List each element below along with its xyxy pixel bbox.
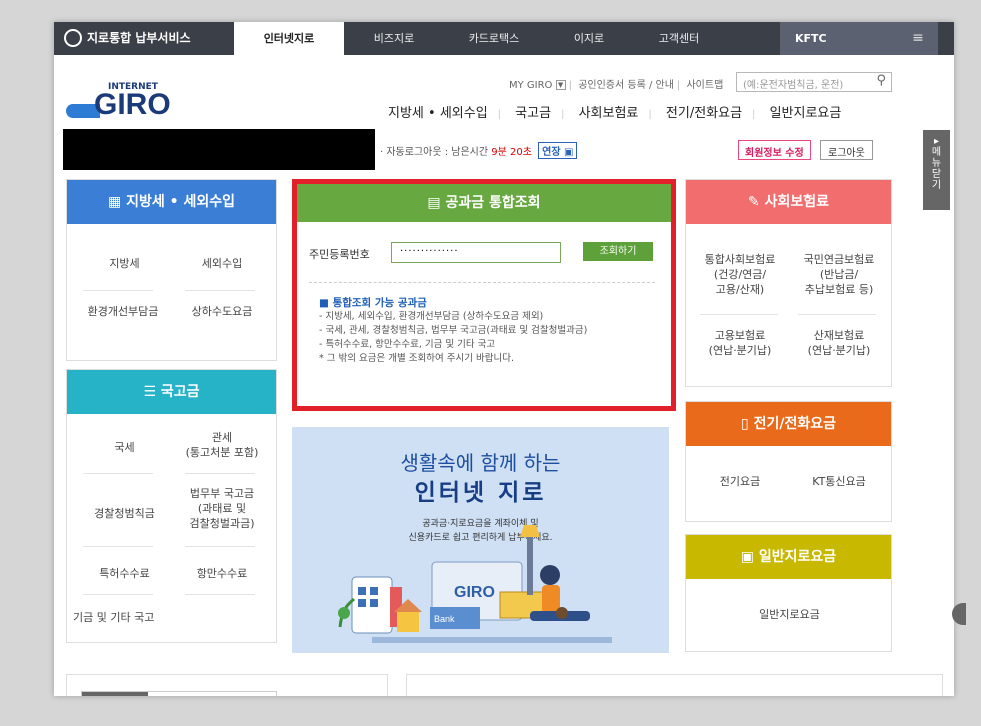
link-water-fee[interactable]: 상하수도요금 [172,304,272,319]
nav-general[interactable]: 일반지로요금 [770,106,842,121]
sitemap-link[interactable]: 사이트맵 [686,80,723,91]
bottom-tabs[interactable] [81,691,277,696]
brand[interactable]: 지로통합 납부서비스 [64,22,191,55]
national-title: 국고금 [160,384,200,400]
session-timer: · 자동로그아웃 : 남은시간 9분 20초 연장 ▣ [380,142,578,159]
tab-biz-giro[interactable]: 비즈지로 [354,22,434,55]
note-line: * 그 밖의 요금은 개별 조회하여 주시기 바랍니다. [319,353,514,364]
nav-electric[interactable]: 전기/전화요금 [666,106,742,121]
link-customs[interactable]: 관세 (통고처분 포함) [172,430,272,460]
unified-notes: ■ 통합조회 가능 공과금 - 지방세, 세외수입, 환경개선부담금 (상하수도… [319,296,587,366]
rrn-label: 주민등록번호 [309,248,370,261]
national-panel: ☰ 국고금 국세 관세 (통고처분 포함) 경찰청범칙금 법무부 국고금 (과태… [66,369,277,643]
unified-title: 공과금 통합조회 [445,195,541,211]
link-employment-ins[interactable]: 고용보험료 (연납·분기납) [690,328,790,358]
link-integrated-social[interactable]: 통합사회보험료 (건강/연금/ 고용/산재) [690,252,790,297]
tab-customer-center[interactable]: 고객센터 [639,22,719,55]
link-patent-fee[interactable]: 특허수수료 [77,566,172,581]
note-title: ■ 통합조회 가능 공과금 [319,297,427,309]
link-kt[interactable]: KT통신요금 [786,474,892,489]
tab-card-tax[interactable]: 카드로택스 [449,22,539,55]
query-button[interactable]: 조회하기 [583,242,653,261]
search-placeholder: (예:운전자범칙금, 운전) [743,80,844,91]
electric-panel: ▯ 전기/전화요금 전기요금 KT통신요금 [685,401,892,522]
unified-search-panel: ▤ 공과금 통합조회 주민등록번호 ·············· 조회하기 ■ … [292,179,676,411]
brand-label: 지로통합 납부서비스 [87,31,191,45]
kftc-link[interactable]: KFTC [780,22,898,55]
social-header[interactable]: ✎ 사회보험료 [686,180,891,224]
search-icon[interactable]: ⚲ [876,73,886,88]
bottom-notice-box [66,674,388,696]
illustration-logo: GIRO [454,584,495,601]
electric-header[interactable]: ▯ 전기/전화요금 [686,402,891,446]
divider [309,282,655,283]
extend-label: 연장 [542,147,561,158]
side-scroll-handle[interactable] [952,603,966,625]
note-line: - 국세, 관세, 경찰청범칙금, 법무부 국고금(과태료 및 검찰청벌과금) [319,325,588,336]
banner-illustration: GIRO Bank [338,525,612,643]
utility-links: MY GIRO ▼ | 공인인증서 등록 / 안내 | 사이트맵 [509,80,724,91]
link-national-pension[interactable]: 국민연금보험료 (반납금/ 추납보험료 등) [786,252,892,297]
top-bar: 지로통합 납부서비스 인터넷지로 비즈지로 카드로택스 이지로 고객센터 KFT… [54,22,954,55]
link-electric[interactable]: 전기요금 [690,474,790,489]
electric-title: 전기/전화요금 [753,416,836,432]
link-port-fee[interactable]: 항만수수료 [172,566,272,581]
logout-button[interactable]: 로그아웃 [820,140,873,160]
globe-icon [64,28,82,47]
rrn-input[interactable]: ·············· [391,242,561,263]
tab-internet-giro[interactable]: 인터넷지로 [234,22,344,55]
social-title: 사회보험료 [764,194,829,210]
dropdown-icon[interactable]: ▼ [555,80,566,90]
menu-icon[interactable]: ≡ [898,22,938,55]
note-line: - 지방세, 세외수입, 환경개선부담금 (상하수도요금 제외) [319,311,544,322]
bottom-info-box [406,674,943,696]
session-time: 9분 20초 [491,147,532,158]
nav-social[interactable]: 사회보험료 [579,106,639,121]
national-header[interactable]: ☰ 국고금 [67,370,276,414]
page: 지로통합 납부서비스 인터넷지로 비즈지로 카드로택스 이지로 고객센터 KFT… [54,22,954,696]
general-header[interactable]: ▣ 일반지로요금 [686,535,891,579]
extend-button[interactable]: 연장 ▣ [538,142,578,159]
promo-banner[interactable]: 생활속에 함께 하는 인터넷 지로 공과금·지로요금을 계좌이체 및 신용카드로… [292,427,669,653]
logo-big-text: GIRO [94,88,171,121]
main-nav: 지방세 • 세외수입 | 국고금 | 사회보험료 | 전기/전화요금 | 일반지로요금 [388,106,842,121]
nav-national[interactable]: 국고금 [515,106,551,121]
local-tax-header[interactable]: ▦ 지방세 • 세외수입 [67,180,276,224]
link-local-tax[interactable]: 지방세 [77,256,172,271]
note-line: - 특허수수료, 항만수수료, 기금 및 기타 국고 [319,339,496,350]
cert-link[interactable]: 공인인증서 등록 / 안내 [578,80,674,91]
local-tax-title: 지방세 • 세외수입 [126,194,235,210]
link-industrial-ins[interactable]: 산재보험료 (연납·분기납) [786,328,892,358]
link-env-charge[interactable]: 환경개선부담금 [67,304,179,319]
link-general-giro[interactable]: 일반지로요금 [686,607,893,622]
my-giro-link[interactable]: MY GIRO [509,80,552,91]
bottom-tab-selected[interactable] [82,692,148,696]
tab-easy-giro[interactable]: 이지로 [554,22,624,55]
giro-logo[interactable]: INTERNET GIRO [66,82,176,132]
member-info-button[interactable]: 회원정보 수정 [738,140,811,160]
side-menu-label: 메뉴닫기 [931,147,942,191]
illustration-bank: Bank [434,614,455,624]
link-police-fine[interactable]: 경찰청범칙금 [77,506,172,521]
link-national-tax[interactable]: 국세 [77,440,172,455]
social-panel: ✎ 사회보험료 통합사회보험료 (건강/연금/ 고용/산재) 국민연금보험료 (… [685,179,892,387]
local-tax-panel: ▦ 지방세 • 세외수입 지방세 세외수입 환경개선부담금 상하수도요금 [66,179,277,361]
side-menu-toggle[interactable]: ▸ 메뉴닫기 [923,130,950,210]
nav-local-tax[interactable]: 지방세 • 세외수입 [388,106,488,121]
link-non-tax[interactable]: 세외수입 [172,256,272,271]
search-input[interactable]: (예:운전자범칙금, 운전) ⚲ [736,72,892,92]
link-fund[interactable]: 기금 및 기타 국고 [73,610,183,625]
unified-header: ▤ 공과금 통합조회 [297,184,671,222]
general-title: 일반지로요금 [758,549,837,565]
redacted-user-bar [63,129,375,170]
general-panel: ▣ 일반지로요금 일반지로요금 [685,534,892,652]
link-justice[interactable]: 법무부 국고금 (과태료 및 검찰청벌과금) [172,486,272,531]
session-label: · 자동로그아웃 : 남은시간 [380,147,489,158]
